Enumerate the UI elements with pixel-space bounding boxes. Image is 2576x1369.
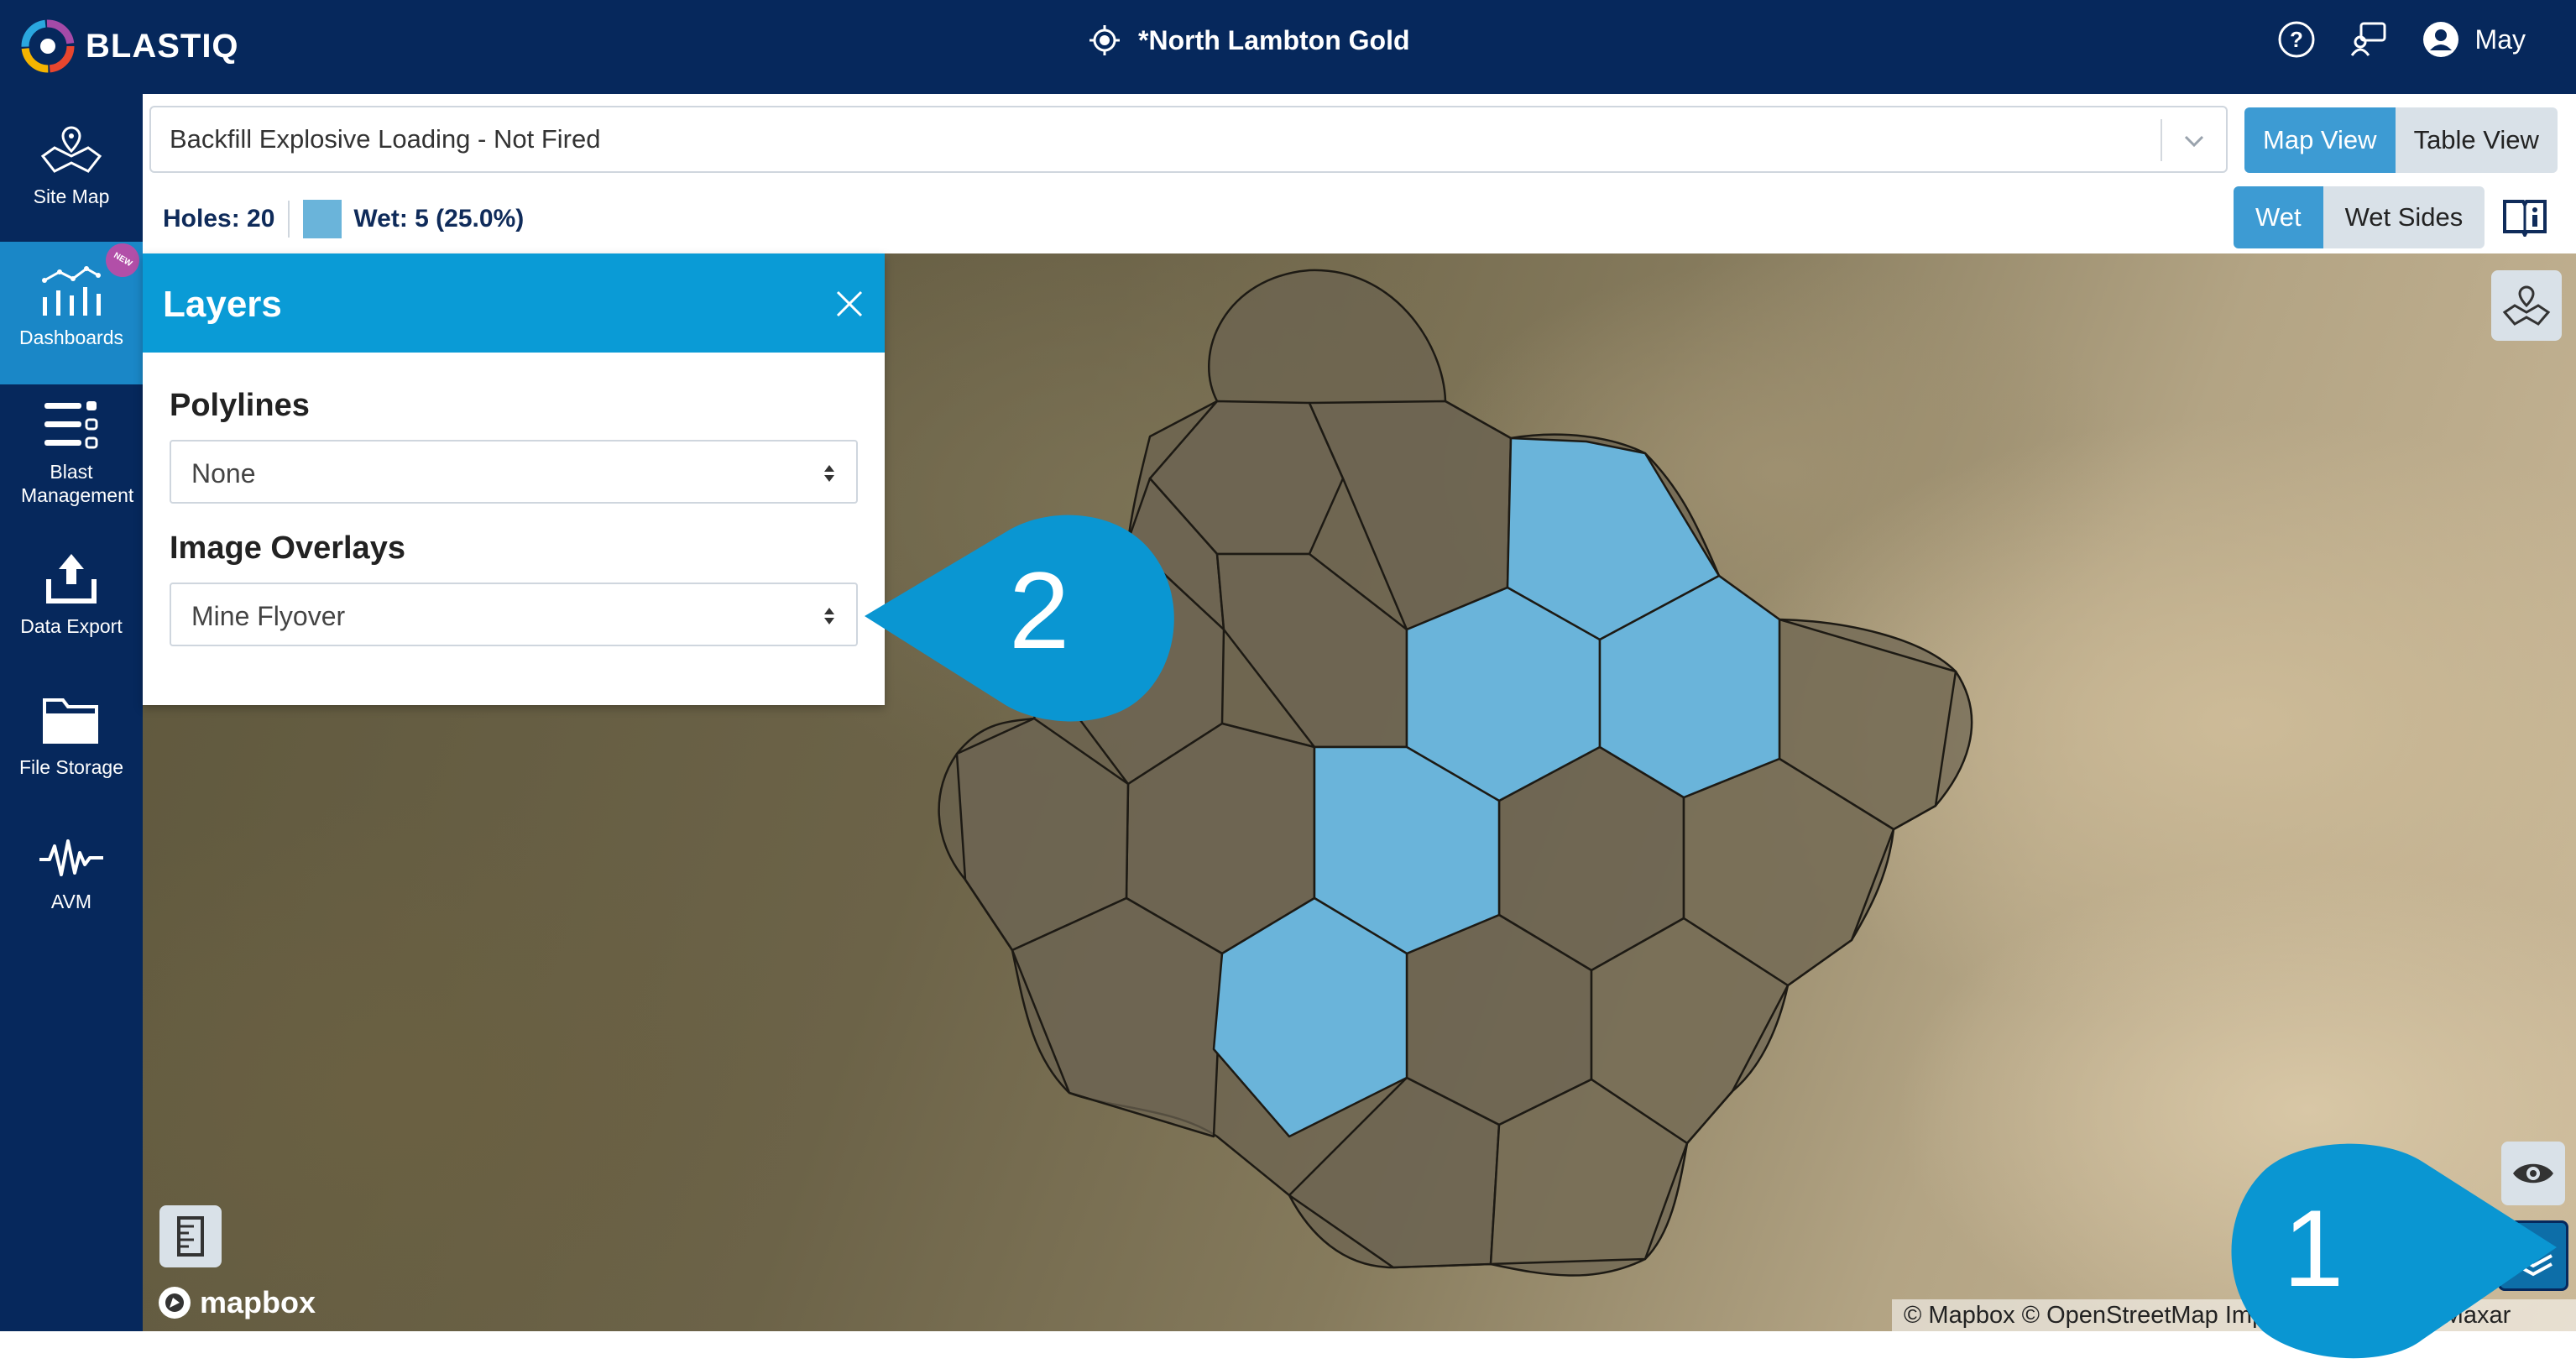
image-overlays-label: Image Overlays: [170, 530, 405, 566]
image-overlays-select[interactable]: Mine Flyover: [170, 583, 858, 646]
sidebar: Site Map NEW Dashboards Blast Management…: [0, 94, 146, 1331]
legend-ruler-button[interactable]: [159, 1205, 222, 1267]
logo-text: BLASTIQ: [86, 27, 239, 65]
sidebar-item-label: Blast Management: [21, 461, 134, 506]
dataset-select-value: Backfill Explosive Loading - Not Fired: [170, 124, 601, 154]
mapbox-logo[interactable]: mapbox: [156, 1284, 316, 1321]
polylines-select-value: None: [191, 458, 256, 489]
sidebar-item-label: AVM: [50, 891, 92, 912]
callout-2-number: 2: [1009, 549, 1070, 671]
sidebar-item-data-export[interactable]: Data Export: [0, 551, 143, 638]
view-toggle: Map View Table View: [2244, 107, 2558, 173]
select-arrows-icon: [824, 608, 834, 624]
map-site-toggle-button[interactable]: [2491, 270, 2562, 341]
wet-count: Wet: 5 (25.0%): [353, 205, 525, 233]
sidebar-item-blast-management[interactable]: Blast Management: [0, 398, 143, 507]
sidebar-item-file-storage[interactable]: File Storage: [0, 692, 143, 779]
table-view-button[interactable]: Table View: [2395, 107, 2558, 173]
callout-2: 2: [846, 500, 1182, 727]
select-separator: [2161, 119, 2162, 161]
layers-panel-header: Layers: [143, 253, 885, 353]
sidebar-item-avm[interactable]: AVM: [0, 836, 143, 913]
wet-sides-button[interactable]: Wet Sides: [2323, 186, 2485, 248]
map-view-button[interactable]: Map View: [2244, 107, 2396, 173]
avm-icon: [39, 839, 103, 876]
data-export-icon: [46, 554, 97, 604]
blastiq-logo-icon: [21, 19, 75, 73]
help-icon[interactable]: ?: [2277, 20, 2316, 59]
select-arrows-icon: [824, 465, 834, 482]
hole-stats: Holes: 20 Wet: 5 (25.0%): [163, 200, 524, 238]
blastiq-logo[interactable]: BLASTIQ: [18, 17, 239, 76]
wet-button[interactable]: Wet: [2234, 186, 2323, 248]
crosshair-icon: [1089, 25, 1120, 55]
site-name: *North Lambton Gold: [1138, 24, 1410, 55]
blast-management-icon: [44, 401, 98, 449]
site-map-icon: [40, 126, 102, 173]
new-badge: NEW: [99, 237, 146, 284]
sidebar-item-label: Site Map: [33, 185, 110, 207]
sidebar-item-label: Dashboards: [18, 327, 124, 348]
sidebar-item-dashboards[interactable]: NEW Dashboards: [0, 237, 146, 384]
holes-count: Holes: 20: [163, 205, 275, 233]
wet-color-swatch: [303, 200, 342, 238]
layers-panel: Layers Polylines None Image Overlays Min…: [143, 253, 885, 705]
chevron-down-icon[interactable]: [2181, 128, 2208, 154]
mapbox-logo-icon: [159, 1287, 191, 1319]
support-chat-icon[interactable]: [2349, 20, 2388, 59]
polylines-select[interactable]: None: [170, 440, 858, 504]
site-map-toggle-icon: [2502, 285, 2551, 326]
sidebar-item-site-map[interactable]: Site Map: [0, 123, 143, 208]
wet-toggle: Wet Wet Sides: [2234, 186, 2485, 248]
callout-1-shape: [2231, 1143, 2557, 1359]
polylines-label: Polylines: [170, 388, 310, 423]
file-storage-icon: [43, 698, 98, 744]
close-icon[interactable]: [833, 287, 866, 321]
mapbox-logo-text: mapbox: [200, 1285, 316, 1319]
image-overlays-select-value: Mine Flyover: [191, 601, 346, 631]
user-avatar-icon: [2422, 22, 2458, 57]
user-menu[interactable]: May: [2422, 20, 2526, 59]
svg-text:?: ?: [2290, 27, 2303, 52]
legend-ruler-icon: [177, 1216, 204, 1257]
header-actions: ? May: [2277, 20, 2526, 59]
user-name: May: [2474, 24, 2526, 55]
dashboards-icon: [42, 266, 101, 316]
callout-1-number: 1: [2283, 1187, 2344, 1309]
sidebar-item-label: File Storage: [18, 756, 123, 778]
legend-book-icon[interactable]: [2501, 196, 2548, 237]
layers-panel-title: Layers: [163, 284, 282, 325]
callout-1: 1: [2171, 1138, 2573, 1369]
site-selector[interactable]: *North Lambton Gold: [1088, 24, 1410, 57]
top-bar: BLASTIQ *North Lambton Gold ? May: [0, 0, 2576, 94]
stats-divider: [288, 201, 290, 238]
dataset-select[interactable]: Backfill Explosive Loading - Not Fired: [149, 106, 2228, 173]
sidebar-item-label: Data Export: [20, 615, 123, 637]
